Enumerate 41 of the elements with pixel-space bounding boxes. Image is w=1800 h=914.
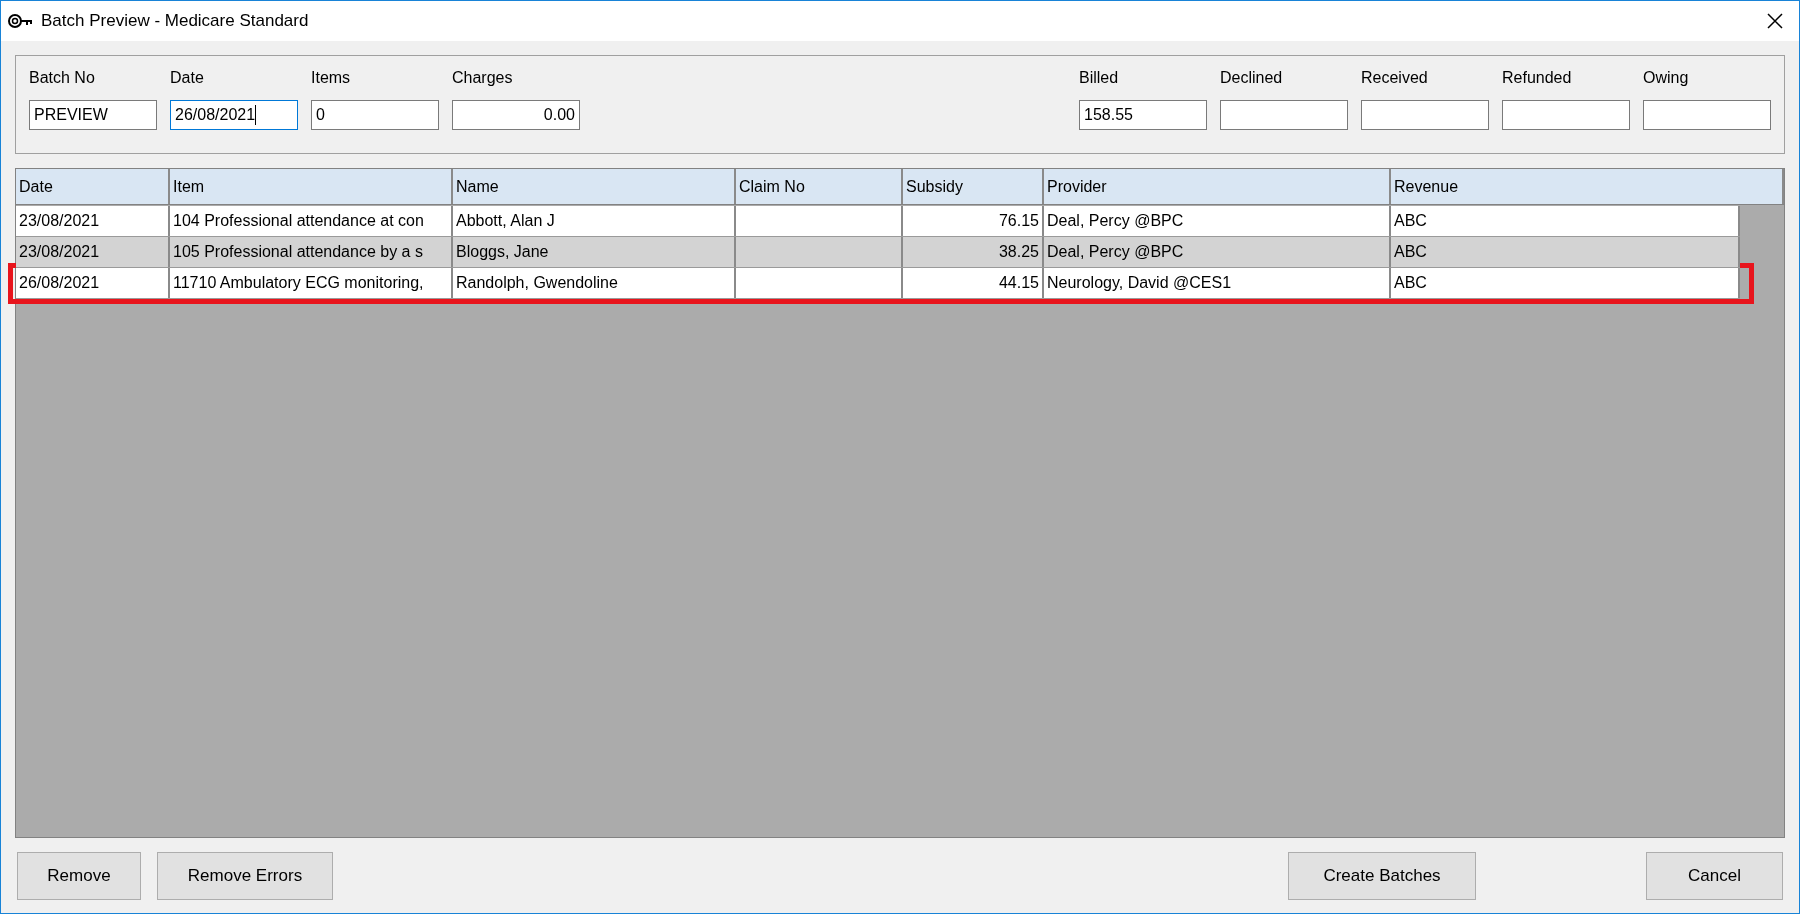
action-button[interactable]: Create Batches bbox=[1288, 852, 1476, 900]
field-label: Batch No bbox=[29, 68, 96, 88]
column-header[interactable]: Revenue bbox=[1391, 169, 1784, 204]
column-header[interactable]: Subsidy bbox=[903, 169, 1044, 204]
text-field[interactable]: 158.55 bbox=[1079, 100, 1207, 130]
column-header[interactable]: Provider bbox=[1044, 169, 1391, 204]
text-field[interactable] bbox=[1220, 100, 1348, 130]
field-label: Received bbox=[1361, 68, 1429, 88]
text-field[interactable]: PREVIEW bbox=[29, 100, 157, 130]
text-field[interactable] bbox=[1643, 100, 1771, 130]
key-icon bbox=[7, 13, 33, 29]
table-row[interactable]: 23/08/2021 105 Professional attendance by a s Bloggs, Jane 38.25 Deal, Percy @BPC ABC bbox=[16, 237, 1740, 268]
text-field[interactable]: 26/08/2021 bbox=[170, 100, 298, 130]
field-label: Charges bbox=[452, 68, 514, 88]
window-title: Batch Preview - Medicare Standard bbox=[41, 10, 309, 33]
table-cell: Randolph, Gwendoline bbox=[453, 268, 736, 298]
field-label: Items bbox=[311, 68, 352, 88]
table-cell: Neurology, David @CES1 bbox=[1044, 268, 1391, 298]
table-cell: 11710 Ambulatory ECG monitoring, bbox=[170, 268, 453, 298]
action-button[interactable]: Cancel bbox=[1646, 852, 1783, 900]
table-row[interactable]: 23/08/2021 104 Professional attendance at con Abbott, Alan J 76.15 Deal, Percy @BPC ABC bbox=[16, 206, 1740, 237]
text-field[interactable] bbox=[1361, 100, 1489, 130]
field-label: Billed bbox=[1079, 68, 1120, 88]
table-cell: 26/08/2021 bbox=[16, 268, 170, 298]
table-cell: ABC bbox=[1391, 268, 1740, 298]
field-label: Refunded bbox=[1502, 68, 1573, 88]
field-label: Date bbox=[170, 68, 205, 88]
text-field[interactable]: 0.00 bbox=[452, 100, 580, 130]
field-label: Owing bbox=[1643, 68, 1690, 88]
column-header[interactable]: Name bbox=[453, 169, 736, 204]
field-label: Declined bbox=[1220, 68, 1284, 88]
close-icon[interactable] bbox=[1767, 13, 1783, 29]
text-field[interactable]: 0 bbox=[311, 100, 439, 130]
action-button[interactable]: Remove Errors bbox=[157, 852, 333, 900]
column-header[interactable]: Item bbox=[170, 169, 453, 204]
highlighted-table-row[interactable]: 26/08/2021 11710 Ambulatory ECG monitoring, Randolph, Gwendoline 44.15 Neurology, David @CES1 ABC bbox=[16, 268, 1740, 299]
action-button[interactable]: Remove bbox=[17, 852, 141, 900]
table-cell: 44.15 bbox=[903, 268, 1044, 298]
text-field[interactable] bbox=[1502, 100, 1630, 130]
column-header[interactable]: Claim No bbox=[736, 169, 903, 204]
column-header[interactable]: Date bbox=[16, 169, 170, 204]
